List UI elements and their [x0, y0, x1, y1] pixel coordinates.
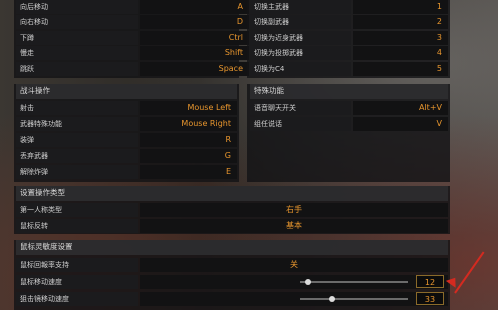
keybind-label: 下蹲: [16, 31, 138, 45]
setting-value[interactable]: 关: [140, 258, 448, 272]
keybind-row[interactable]: 武器特殊功能 Mouse Right: [16, 117, 237, 131]
keybind-row[interactable]: 语音聊天开关 Alt+V: [250, 101, 448, 115]
keybind-row[interactable]: 切换为投掷武器 4: [250, 46, 448, 60]
keybind-label: 丢弃武器: [16, 149, 138, 163]
keybind-row[interactable]: 向右移动 D: [16, 15, 249, 29]
slider-row[interactable]: 狙击镜移动速度 33: [16, 292, 448, 306]
keybind-row[interactable]: 切换副武器 2: [250, 15, 448, 29]
keybind-value[interactable]: R: [140, 133, 237, 147]
movement-panel: 向后移动 A 向右移动 D 下蹲 Ctrl 慢走 Shift 跳跃 Space: [14, 0, 249, 78]
keybind-value[interactable]: 3: [353, 31, 448, 45]
keybind-row[interactable]: 慢走 Shift: [16, 46, 249, 60]
setting-label: 鼠标反转: [16, 219, 138, 233]
keybind-label: 切换为投掷武器: [250, 46, 351, 60]
keybind-label: 装弹: [16, 133, 138, 147]
keybind-row[interactable]: 切换为C4 5: [250, 62, 448, 76]
keybind-value[interactable]: V: [353, 117, 448, 131]
setting-row[interactable]: 鼠标反转 基本: [16, 219, 448, 233]
keybind-label: 组任说话: [250, 117, 351, 131]
setting-row[interactable]: 鼠标回報率支持 关: [16, 258, 448, 272]
keybind-row[interactable]: 切换主武器 1: [250, 0, 448, 14]
slider-track[interactable]: [300, 281, 408, 283]
keybind-row[interactable]: 跳跃 Space: [16, 62, 249, 76]
keybind-value[interactable]: Space: [140, 62, 249, 76]
setting-row[interactable]: 第一人称类型 右手: [16, 203, 448, 217]
keybind-value[interactable]: Mouse Right: [140, 117, 237, 131]
keybind-value[interactable]: G: [140, 149, 237, 163]
slider-handle[interactable]: [328, 296, 335, 302]
slider-track[interactable]: [300, 298, 408, 300]
keybind-row[interactable]: 装弹 R: [16, 133, 237, 147]
slider-value-box[interactable]: 12: [416, 275, 444, 288]
slider-container: 12: [140, 275, 448, 289]
keybind-row[interactable]: 切换为近身武器 3: [250, 31, 448, 45]
keybind-value[interactable]: Ctrl: [140, 31, 249, 45]
keybind-row[interactable]: 射击 Mouse Left: [16, 101, 237, 115]
keybind-label: 武器特殊功能: [16, 117, 138, 131]
section-title: 特殊功能: [250, 84, 448, 99]
keybind-label: 切换副武器: [250, 15, 351, 29]
keybind-value[interactable]: E: [140, 165, 237, 179]
setting-label: 鼠标回報率支持: [16, 258, 138, 272]
keybind-row[interactable]: 向后移动 A: [16, 0, 249, 14]
keybind-value[interactable]: Alt+V: [353, 101, 448, 115]
mouse-sensitivity-panel: 鼠标灵敏度设置 鼠标回報率支持 关 鼠标移动速度 12 狙击镜移动速度 33: [14, 240, 450, 310]
keybind-row[interactable]: 下蹲 Ctrl: [16, 31, 249, 45]
keybind-label: 切换主武器: [250, 0, 351, 14]
slider-label: 鼠标移动速度: [16, 275, 138, 289]
keybind-label: 解除炸弹: [16, 165, 138, 179]
section-title: 战斗操作: [16, 84, 237, 99]
keybind-label: 慢走: [16, 46, 138, 60]
keybind-label: 向右移动: [16, 15, 138, 29]
special-panel: 特殊功能 语音聊天开关 Alt+V 组任说话 V: [247, 84, 450, 182]
keybind-label: 向后移动: [16, 0, 138, 14]
keybind-row[interactable]: 解除炸弹 E: [16, 165, 237, 179]
keybind-value[interactable]: D: [140, 15, 249, 29]
keybind-value[interactable]: 2: [353, 15, 448, 29]
slider-container: 33: [140, 292, 448, 306]
keybind-value[interactable]: Shift: [140, 46, 249, 60]
keybind-value[interactable]: 4: [353, 46, 448, 60]
section-title: 鼠标灵敏度设置: [16, 240, 448, 255]
keybind-value[interactable]: 5: [353, 62, 448, 76]
keybind-label: 切换为C4: [250, 62, 351, 76]
setting-value[interactable]: 基本: [140, 219, 448, 233]
slider-handle[interactable]: [305, 279, 312, 285]
device-type-panel: 设置操作类型 第一人称类型 右手 鼠标反转 基本: [14, 186, 450, 234]
section-title: 设置操作类型: [16, 186, 448, 201]
keybind-label: 跳跃: [16, 62, 138, 76]
keybind-row[interactable]: 组任说话 V: [250, 117, 448, 131]
keybind-value[interactable]: A: [140, 0, 249, 14]
keybind-label: 语音聊天开关: [250, 101, 351, 115]
weapon-switch-panel: 切换主武器 1 切换副武器 2 切换为近身武器 3 切换为投掷武器 4 切换为C…: [247, 0, 450, 78]
keybind-row[interactable]: 丢弃武器 G: [16, 149, 237, 163]
slider-label: 狙击镜移动速度: [16, 292, 138, 306]
setting-value[interactable]: 右手: [140, 203, 448, 217]
combat-panel: 战斗操作 射击 Mouse Left 武器特殊功能 Mouse Right 装弹…: [14, 84, 239, 182]
slider-value-box[interactable]: 33: [416, 292, 444, 305]
slider-row[interactable]: 鼠标移动速度 12: [16, 275, 448, 289]
keybind-value[interactable]: Mouse Left: [140, 101, 237, 115]
keybind-value[interactable]: 1: [353, 0, 448, 14]
setting-label: 第一人称类型: [16, 203, 138, 217]
keybind-label: 切换为近身武器: [250, 31, 351, 45]
keybind-label: 射击: [16, 101, 138, 115]
